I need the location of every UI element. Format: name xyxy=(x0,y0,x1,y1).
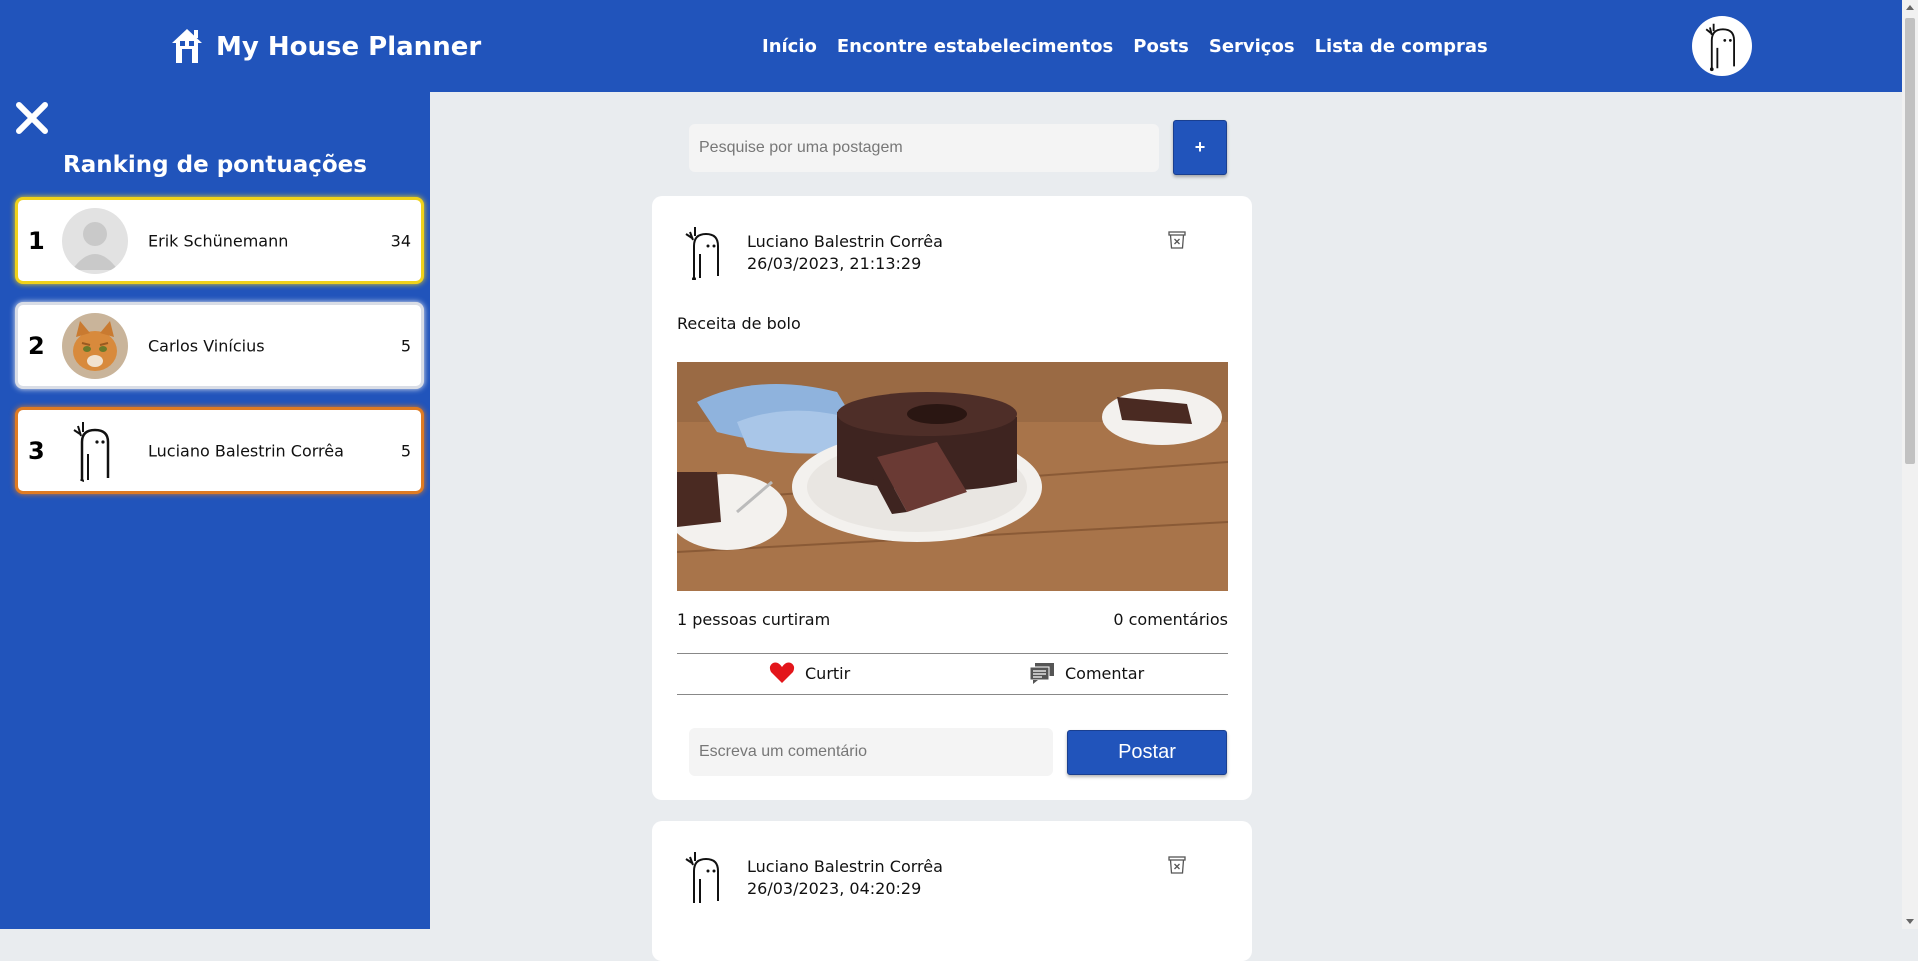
submit-comment-button[interactable]: Postar xyxy=(1067,730,1227,775)
ranking-item-2: 2 Carlos Vinícius 5 xyxy=(15,302,424,389)
rank-name: Carlos Vinícius xyxy=(148,336,265,355)
rank-score: 5 xyxy=(400,336,411,355)
rank-name: Luciano Balestrin Corrêa xyxy=(148,441,344,460)
nav-servicos[interactable]: Serviços xyxy=(1209,36,1295,57)
delete-post-icon[interactable] xyxy=(1167,855,1187,875)
like-label: Curtir xyxy=(805,663,851,683)
rank-position: 3 xyxy=(28,436,45,465)
search-input[interactable] xyxy=(689,124,1159,172)
add-post-button[interactable]: + xyxy=(1173,120,1227,175)
nav-posts[interactable]: Posts xyxy=(1133,36,1189,57)
avatar xyxy=(62,312,128,379)
profile-avatar[interactable] xyxy=(1692,16,1752,76)
ranking-item-1: 1 Erik Schünemann 34 xyxy=(15,197,424,284)
post-text: Receita de bolo xyxy=(677,314,801,333)
comment-button[interactable]: Comentar xyxy=(1029,662,1144,684)
post-date: 26/03/2023, 04:20:29 xyxy=(747,879,922,898)
scrollbar-thumb[interactable] xyxy=(1905,18,1915,464)
rank-score: 34 xyxy=(390,231,411,250)
post-date: 26/03/2023, 21:13:29 xyxy=(747,254,922,273)
user-doodle-icon xyxy=(685,227,719,280)
rank-position: 1 xyxy=(28,226,45,255)
ranking-item-3: 3 Luciano Balestrin Corrêa 5 xyxy=(15,407,424,494)
post-author: Luciano Balestrin Corrêa xyxy=(747,857,943,876)
page-scrollbar[interactable] xyxy=(1902,0,1918,929)
scroll-down-icon[interactable] xyxy=(1906,919,1914,924)
ranking-title: Ranking de pontuações xyxy=(63,152,367,178)
house-logo-icon xyxy=(172,29,202,63)
nav-inicio[interactable]: Início xyxy=(762,36,817,57)
post-author: Luciano Balestrin Corrêa xyxy=(747,232,943,251)
like-button[interactable]: Curtir xyxy=(769,662,850,684)
user-doodle-icon xyxy=(685,852,719,903)
likes-count: 1 pessoas curtiram xyxy=(677,610,831,629)
comments-count[interactable]: 0 comentários xyxy=(1113,610,1228,629)
post-card: Luciano Balestrin Corrêa 26/03/2023, 21:… xyxy=(652,196,1252,800)
brand-title: My House Planner xyxy=(216,32,482,62)
nav-lista-de-compras[interactable]: Lista de compras xyxy=(1315,36,1488,57)
rank-position: 2 xyxy=(28,331,45,360)
post-actions-bar: Curtir Comentar xyxy=(677,653,1228,695)
main-nav: Início Encontre estabelecimentos Posts S… xyxy=(762,36,1488,57)
avatar xyxy=(62,207,128,274)
nav-encontre-estabelecimentos[interactable]: Encontre estabelecimentos xyxy=(837,36,1113,57)
delete-post-icon[interactable] xyxy=(1167,230,1187,250)
heart-icon xyxy=(769,662,795,683)
post-image[interactable] xyxy=(677,362,1228,591)
rank-score: 5 xyxy=(400,441,411,460)
rank-name: Erik Schünemann xyxy=(148,231,289,250)
brand-logo[interactable]: My House Planner xyxy=(170,27,481,67)
cat-photo-icon xyxy=(62,312,128,379)
user-doodle-icon xyxy=(62,417,128,484)
comment-label: Comentar xyxy=(1065,663,1145,683)
close-icon[interactable] xyxy=(14,100,50,136)
scroll-up-icon[interactable] xyxy=(1906,5,1914,10)
top-navbar: My House Planner Início Encontre estabel… xyxy=(0,0,1902,92)
avatar xyxy=(62,417,128,484)
post-card: Luciano Balestrin Corrêa 26/03/2023, 04:… xyxy=(652,821,1252,961)
ranking-sidebar: Ranking de pontuações 1 Erik Schünemann … xyxy=(0,92,430,929)
user-doodle-icon xyxy=(1705,23,1735,72)
default-avatar-icon xyxy=(62,207,128,274)
comment-input[interactable] xyxy=(689,728,1053,776)
comment-icon xyxy=(1029,663,1054,684)
